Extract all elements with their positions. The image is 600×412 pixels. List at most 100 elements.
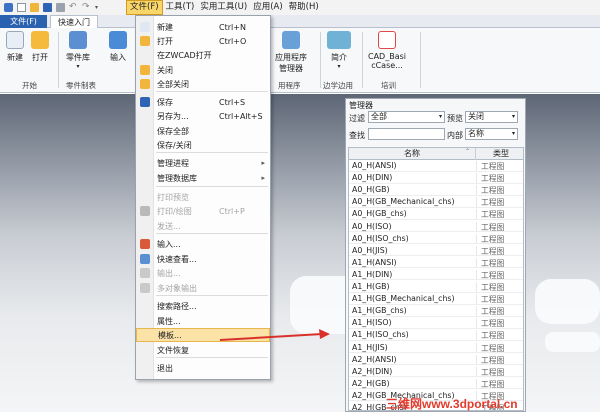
file-menu-item[interactable]: 关闭 xyxy=(136,63,270,77)
tab-file[interactable]: 文件(F) xyxy=(0,15,47,28)
file-menu-item[interactable]: 搜索路径... xyxy=(136,299,270,313)
save-icon[interactable] xyxy=(43,3,52,12)
ribbon-cad-case-button[interactable]: CAD_Basi cCase... xyxy=(368,31,406,70)
table-row[interactable]: A0_H(ISO) 工程图 xyxy=(349,221,523,233)
ribbon-manager-button[interactable]: 应用程序 管理器 xyxy=(275,31,307,74)
template-list[interactable]: 名称 ⌃ 类型 A0_H(ANSI) 工程图 A0_H(DIN) 工程图 A0_H(GB… xyxy=(348,147,524,411)
table-row[interactable]: A1_H(GB_Mechanical_chs) 工程图 xyxy=(349,294,523,305)
table-row[interactable]: A1_H(DIN) 工程图 xyxy=(349,269,523,281)
column-header-name[interactable]: 名称 xyxy=(349,148,476,160)
file-menu-item-label: 快速查看... xyxy=(157,254,197,264)
menu-utilities[interactable]: 实用工具(U) xyxy=(197,0,250,15)
menu-file[interactable]: 文件(F) xyxy=(126,0,163,15)
file-menu-item[interactable]: 属性... xyxy=(136,314,270,328)
file-menu-item[interactable]: 保存/关闭 xyxy=(136,138,270,152)
import-icon xyxy=(140,239,150,249)
menu-help[interactable]: 帮助(H) xyxy=(286,0,322,15)
file-menu-item[interactable]: 输出... xyxy=(136,266,270,280)
file-menu-item-label: 文件恢复 xyxy=(157,345,189,355)
open-icon[interactable] xyxy=(30,3,39,12)
table-row[interactable]: A0_H(GB) 工程图 xyxy=(349,185,523,196)
column-divider xyxy=(476,294,477,304)
row-type: 工程图 xyxy=(481,222,505,232)
file-menu-item[interactable]: 退出 xyxy=(136,361,270,375)
ribbon-app-label: 应用程序 xyxy=(275,53,307,62)
column-divider xyxy=(476,269,477,280)
file-menu-item[interactable]: 多对象输出 xyxy=(136,281,270,295)
column-header-type[interactable]: 类型 xyxy=(477,148,523,160)
row-name: A1_H(ISO_chs) xyxy=(352,330,409,340)
table-row[interactable]: A0_H(ANSI) 工程图 xyxy=(349,161,523,172)
row-type: 工程图 xyxy=(481,174,505,184)
file-menu-item[interactable]: 打印预览 xyxy=(136,190,270,204)
table-row[interactable]: A2_H(DIN) 工程图 xyxy=(349,366,523,378)
open-icon xyxy=(140,36,150,46)
row-type: 工程图 xyxy=(481,319,505,329)
ribbon-open-label: 打开 xyxy=(32,53,48,62)
table-row[interactable]: A1_H(ISO_chs) 工程图 xyxy=(349,330,523,341)
table-row[interactable]: A2_H(ANSI) 工程图 xyxy=(349,354,523,366)
row-type: 工程图 xyxy=(481,246,505,256)
background-logo-shape xyxy=(535,279,600,324)
file-menu-item[interactable]: 在ZWCAD打开 xyxy=(136,48,270,62)
table-row[interactable]: A0_H(DIN) 工程图 xyxy=(349,173,523,184)
file-menu-item[interactable]: 打开 Ctrl+O xyxy=(136,34,270,48)
tab-quick-start[interactable]: 快速入门 xyxy=(50,15,98,28)
watermark: 三维网www.3dportal.cn xyxy=(386,397,518,411)
manager-panel: 管理器 过滤 全部 ▾ 预览 关闭 ▾ 查找 内部 名称 ▾ 名称 ⌃ 类型 A… xyxy=(345,98,526,412)
file-menu-item[interactable]: 发送... xyxy=(136,219,270,233)
quick-view-icon xyxy=(140,254,150,264)
table-row[interactable]: A1_H(JIS) 工程图 xyxy=(349,342,523,354)
print-icon[interactable] xyxy=(56,3,65,12)
print-icon xyxy=(140,206,150,216)
ribbon-intro-button[interactable]: 简介 ▾ xyxy=(327,31,351,70)
column-divider xyxy=(476,185,477,195)
file-menu-item-label: 打开 xyxy=(157,36,173,46)
inner-select[interactable]: 名称 ▾ xyxy=(465,128,518,140)
file-menu-item[interactable]: 管理数据库 ▸ xyxy=(136,171,270,185)
row-type: 工程图 xyxy=(481,295,505,305)
file-menu-item-label: 打印预览 xyxy=(157,192,189,202)
row-type: 工程图 xyxy=(481,258,505,268)
file-menu-item[interactable]: 全部关闭 xyxy=(136,77,270,91)
table-row[interactable]: A1_H(GB_chs) 工程图 xyxy=(349,306,523,317)
dropdown-icon[interactable]: ▾ xyxy=(95,3,104,12)
filter-select[interactable]: 全部 ▾ xyxy=(368,111,445,123)
file-menu-item[interactable]: 保存 Ctrl+S xyxy=(136,95,270,109)
menu-tools[interactable]: 工具(T) xyxy=(163,0,198,15)
undo-icon[interactable]: ↶ xyxy=(69,3,78,12)
table-row[interactable]: A1_H(GB) 工程图 xyxy=(349,282,523,293)
ribbon-import-label: 输入 xyxy=(110,53,126,62)
file-menu-item[interactable]: 另存为... Ctrl+Alt+S xyxy=(136,109,270,123)
table-row[interactable]: A2_H(GB) 工程图 xyxy=(349,378,523,390)
column-divider xyxy=(476,245,477,256)
close-all-icon xyxy=(140,79,150,89)
ribbon-open-button[interactable]: 打开 xyxy=(31,31,49,63)
file-menu-item[interactable]: 输入... xyxy=(136,237,270,251)
menu-apps[interactable]: 应用(A) xyxy=(250,0,285,15)
table-row[interactable]: A1_H(ISO) 工程图 xyxy=(349,318,523,329)
file-menu-item[interactable]: 快速查看... xyxy=(136,252,270,266)
row-name: A1_H(JIS) xyxy=(352,342,388,352)
table-row[interactable]: A0_H(ISO_chs) 工程图 xyxy=(349,233,523,245)
table-row[interactable]: A0_H(GB_Mechanical_chs) 工程图 xyxy=(349,197,523,208)
table-row[interactable]: A0_H(JIS) 工程图 xyxy=(349,245,523,257)
new-icon[interactable] xyxy=(17,3,26,12)
file-menu-item[interactable]: 模板... xyxy=(136,328,270,342)
table-row[interactable]: A0_H(GB_chs) 工程图 xyxy=(349,209,523,220)
ribbon-new-button[interactable]: 新建 xyxy=(6,31,24,63)
file-menu-item[interactable]: 打印/绘图 Ctrl+P xyxy=(136,204,270,218)
file-menu-item[interactable]: 文件恢复 xyxy=(136,343,270,357)
file-menu-item[interactable]: 新建 Ctrl+N xyxy=(136,20,270,34)
ribbon-parts-library-button[interactable]: 零件库 ▾ xyxy=(66,31,90,70)
file-menu-item[interactable]: 保存全部 xyxy=(136,124,270,138)
preview-select[interactable]: 关闭 ▾ xyxy=(465,111,518,123)
ribbon-import-button[interactable]: 输入 xyxy=(109,31,127,63)
row-type: 工程图 xyxy=(481,162,505,171)
file-menu-item[interactable]: 管理进程 ▸ xyxy=(136,156,270,170)
search-input[interactable] xyxy=(368,128,445,140)
table-row[interactable]: A1_H(ANSI) 工程图 xyxy=(349,257,523,269)
column-divider xyxy=(476,354,477,365)
redo-icon[interactable]: ↷ xyxy=(82,3,91,12)
ribbon-manager-label: 管理器 xyxy=(279,64,303,73)
